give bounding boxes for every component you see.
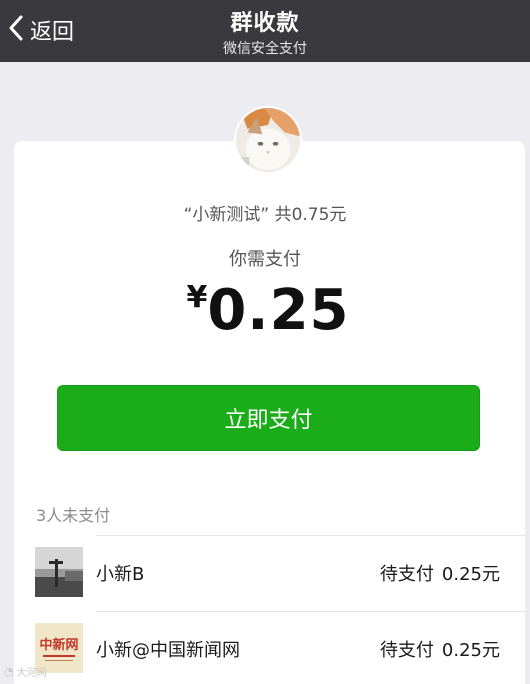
cat-avatar — [236, 108, 300, 172]
pay-now-button[interactable]: 立即支付 — [57, 385, 480, 451]
logo-text: 中新网 — [39, 637, 78, 653]
watermark: ◔ 大河网 — [4, 664, 47, 679]
member-photo-avatar — [35, 547, 83, 597]
status-amount: 0.25元 — [441, 564, 500, 585]
member-name: 小新B — [96, 564, 145, 585]
page-subtitle: 微信安全支付 — [223, 41, 307, 57]
status-text: 待支付 — [379, 564, 434, 585]
watermark-text: 大河网 — [16, 668, 47, 679]
initiator-avatar[interactable] — [234, 106, 302, 174]
amount-value: 0.25 — [207, 278, 350, 343]
group-summary: “小新测试” 共0.75元 — [183, 205, 347, 225]
nav-bar: 返回 群收款 微信安全支付 — [0, 0, 530, 62]
member-row[interactable]: 中新网 小新@中国新闻网 待支付 0.25元 — [14, 611, 525, 684]
member-payment-status: 待支付 0.25元 — [380, 560, 500, 586]
currency-symbol: ¥ — [186, 280, 208, 315]
status-text: 待支付 — [379, 640, 434, 661]
status-amount: 0.25元 — [441, 640, 500, 661]
member-payment-status: 待支付 0.25元 — [380, 636, 500, 662]
watermark-icon: ◔ — [4, 665, 14, 678]
amount-display: ¥0.25 — [0, 278, 530, 343]
member-name: 小新@中国新闻网 — [96, 640, 240, 661]
member-row[interactable]: 小新B 待支付 0.25元 — [14, 535, 525, 611]
need-pay-label: 你需支付 — [229, 249, 301, 270]
page-title: 群收款 — [230, 11, 300, 36]
group-collect-page: 返回 群收款 微信安全支付 “小新测试” 共0.75元 你需支付 ¥0.25 立… — [0, 0, 530, 684]
unpaid-count-label: 3人未支付 — [36, 506, 111, 525]
